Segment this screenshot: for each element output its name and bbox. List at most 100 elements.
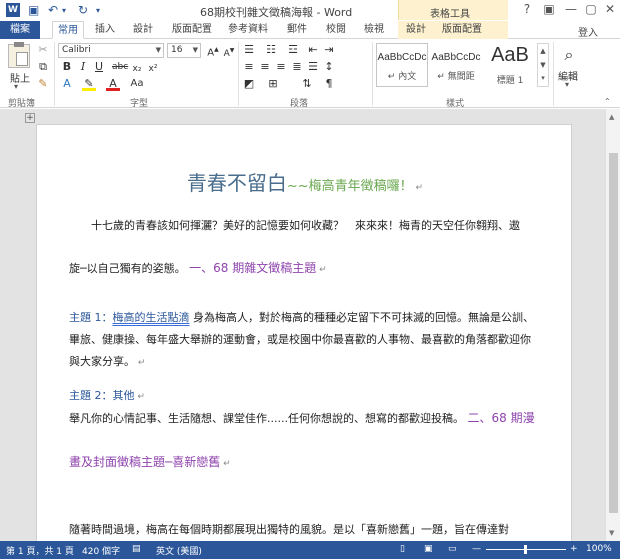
align-right-icon[interactable]: ≡	[274, 60, 288, 74]
binoculars-icon[interactable]: ⌕	[558, 44, 580, 66]
show-marks-icon[interactable]: ¶	[322, 77, 336, 91]
tab-table-layout[interactable]: 版面配置	[440, 22, 484, 38]
style-name: 標題 1	[496, 76, 524, 86]
chevron-down-icon: ▼	[155, 46, 161, 54]
collapse-ribbon-icon[interactable]: ⌃	[604, 97, 611, 106]
superscript-icon[interactable]: x²	[146, 62, 160, 76]
page-count[interactable]: 第 1 頁，共 1 頁	[6, 544, 74, 557]
chevron-up-icon[interactable]: ▲	[538, 44, 548, 58]
redo-icon[interactable]: ↻	[78, 3, 88, 17]
more-icon[interactable]: ▾	[538, 72, 548, 84]
clipboard-group-label: 剪貼簿	[8, 99, 36, 109]
style-name: ↵ 內文	[387, 72, 417, 82]
increase-indent-icon[interactable]: ⇥	[322, 43, 336, 57]
style-normal[interactable]: AaBbCcDc ↵ 內文	[376, 43, 428, 87]
font-name-combo[interactable]: Calibri ▼	[58, 43, 164, 58]
italic-icon[interactable]: I	[76, 60, 90, 74]
borders-icon[interactable]: ⊞	[266, 77, 280, 91]
ribbon-display-icon[interactable]: ▣	[538, 2, 560, 16]
distributed-icon[interactable]: ☰	[306, 60, 320, 74]
chevron-down-icon[interactable]: ▼	[538, 58, 548, 72]
status-bar: 第 1 頁，共 1 頁 420 個字 ▤ 英文 (美國) ▯ ▣ ▭ — + 1…	[0, 541, 620, 559]
shading-icon[interactable]: ◩	[242, 77, 256, 91]
style-no-spacing[interactable]: AaBbCcDc ↵ 無間距	[430, 43, 482, 87]
customize-qat-icon[interactable]: ▾	[96, 6, 100, 15]
web-layout-icon[interactable]: ▭	[448, 544, 457, 554]
read-mode-icon[interactable]: ▯	[400, 544, 405, 554]
paragraph-line: 隨著時間過境，梅高在每個時期都展現出獨特的風貌。是以「喜新戀舊」一題，旨在傳達對	[69, 523, 509, 536]
font-name-value: Calibri	[62, 45, 91, 55]
group-divider	[238, 42, 239, 106]
subscript-icon[interactable]: x₂	[130, 62, 144, 76]
decrease-indent-icon[interactable]: ⇤	[306, 43, 320, 57]
justify-icon[interactable]: ≣	[290, 60, 304, 74]
group-divider	[54, 42, 55, 106]
print-layout-icon[interactable]: ▣	[424, 544, 433, 554]
paste-icon[interactable]	[8, 42, 30, 68]
paragraph-line: 舉凡你的心情記事、生活隨想、課堂佳作......任何你想說的、想寫的都歡迎投稿。…	[69, 409, 535, 426]
multilevel-list-icon[interactable]: ☲	[286, 43, 300, 57]
sort-icon[interactable]: ⇅	[300, 77, 314, 91]
tab-home[interactable]: 常用	[52, 21, 84, 39]
vertical-scrollbar[interactable]: ▲ ▼	[605, 109, 620, 541]
tab-insert[interactable]: 插入	[90, 22, 120, 38]
topic-1-line: 主題 1：梅高的生活點滴 身為梅高人，對於梅高的種種必定留下不可抹滅的回憶。無論…	[69, 309, 534, 325]
style-heading-1[interactable]: AaB 標題 1	[484, 43, 536, 87]
highlight-icon[interactable]: ✎	[82, 77, 96, 91]
paste-button[interactable]: 貼上	[10, 70, 30, 85]
paragraph-line: 十七歲的青春該如何揮灑？美好的記憶要如何收藏？ 來來來！梅青的天空任你翱翔、遨	[91, 219, 520, 232]
tab-file[interactable]: 檔案	[0, 21, 40, 39]
undo-dropdown-icon[interactable]: ▾	[62, 6, 66, 15]
change-case-icon[interactable]: Aa	[130, 77, 144, 91]
font-size-combo[interactable]: 16 ▼	[167, 43, 201, 58]
undo-icon[interactable]: ↶	[48, 3, 58, 17]
strikethrough-icon[interactable]: abc	[112, 60, 128, 74]
shrink-font-icon[interactable]: A▼	[222, 44, 236, 59]
text-effects-icon[interactable]: A	[60, 77, 74, 91]
language-indicator[interactable]: 英文 (美國)	[156, 544, 202, 557]
bold-icon[interactable]: B	[60, 60, 74, 74]
zoom-in-icon[interactable]: +	[570, 544, 578, 554]
scroll-thumb[interactable]	[609, 153, 618, 513]
zoom-slider-thumb[interactable]	[524, 545, 527, 554]
line-spacing-icon[interactable]: ↕	[322, 60, 336, 74]
cut-icon[interactable]: ✂	[36, 43, 50, 57]
help-icon[interactable]: ?	[516, 2, 538, 16]
minimize-icon[interactable]: —	[560, 2, 582, 16]
styles-gallery-scroll[interactable]: ▲ ▼ ▾	[537, 43, 549, 87]
table-move-handle-icon[interactable]: +	[25, 113, 35, 123]
font-group-label: 字型	[130, 99, 149, 109]
tab-table-design[interactable]: 設計	[402, 22, 430, 38]
bullets-icon[interactable]: ☰	[242, 43, 256, 57]
save-icon[interactable]: ▣	[28, 3, 39, 17]
sign-in-link[interactable]: 登入	[578, 24, 598, 39]
zoom-level[interactable]: 100%	[586, 544, 612, 554]
paragraph-line: 旋─以自己獨有的姿態。 一、68 期雜文徵稿主題 ↵	[69, 259, 327, 276]
editing-dropdown-icon[interactable]: ▾	[565, 80, 569, 89]
copy-icon[interactable]: ⧉	[36, 60, 50, 74]
paste-dropdown-icon[interactable]: ▾	[14, 82, 18, 91]
tab-references[interactable]: 參考資料	[226, 22, 270, 38]
zoom-out-icon[interactable]: —	[472, 544, 481, 554]
scroll-up-icon[interactable]: ▲	[609, 113, 614, 121]
font-color-icon[interactable]: A	[106, 77, 120, 91]
tab-layout[interactable]: 版面配置	[170, 22, 214, 38]
tab-design[interactable]: 設計	[128, 22, 158, 38]
tab-review[interactable]: 校閱	[322, 22, 350, 38]
tab-mailings[interactable]: 郵件	[283, 22, 311, 38]
align-center-icon[interactable]: ≡	[258, 60, 272, 74]
scroll-down-icon[interactable]: ▼	[609, 529, 614, 537]
align-left-icon[interactable]: ≡	[242, 60, 256, 74]
word-count[interactable]: 420 個字	[82, 544, 120, 557]
tab-view[interactable]: 檢視	[360, 22, 388, 38]
close-icon[interactable]: ✕	[599, 2, 620, 16]
word-logo-icon[interactable]: W	[6, 3, 20, 17]
topic-1-title: 梅高的生活點滴	[112, 311, 190, 324]
document-page[interactable]: 青春不留白~~梅高青年徵稿囉！ ↵ 十七歲的青春該如何揮灑？美好的記憶要如何收藏…	[36, 124, 572, 541]
grow-font-icon[interactable]: A▲	[206, 43, 220, 58]
underline-icon[interactable]: U	[92, 60, 106, 74]
numbering-icon[interactable]: ☷	[264, 43, 278, 57]
proofing-icon[interactable]: ▤	[132, 544, 141, 554]
format-painter-icon[interactable]: ✎	[36, 77, 50, 91]
paragraph-mark-icon: ↵	[134, 392, 145, 402]
